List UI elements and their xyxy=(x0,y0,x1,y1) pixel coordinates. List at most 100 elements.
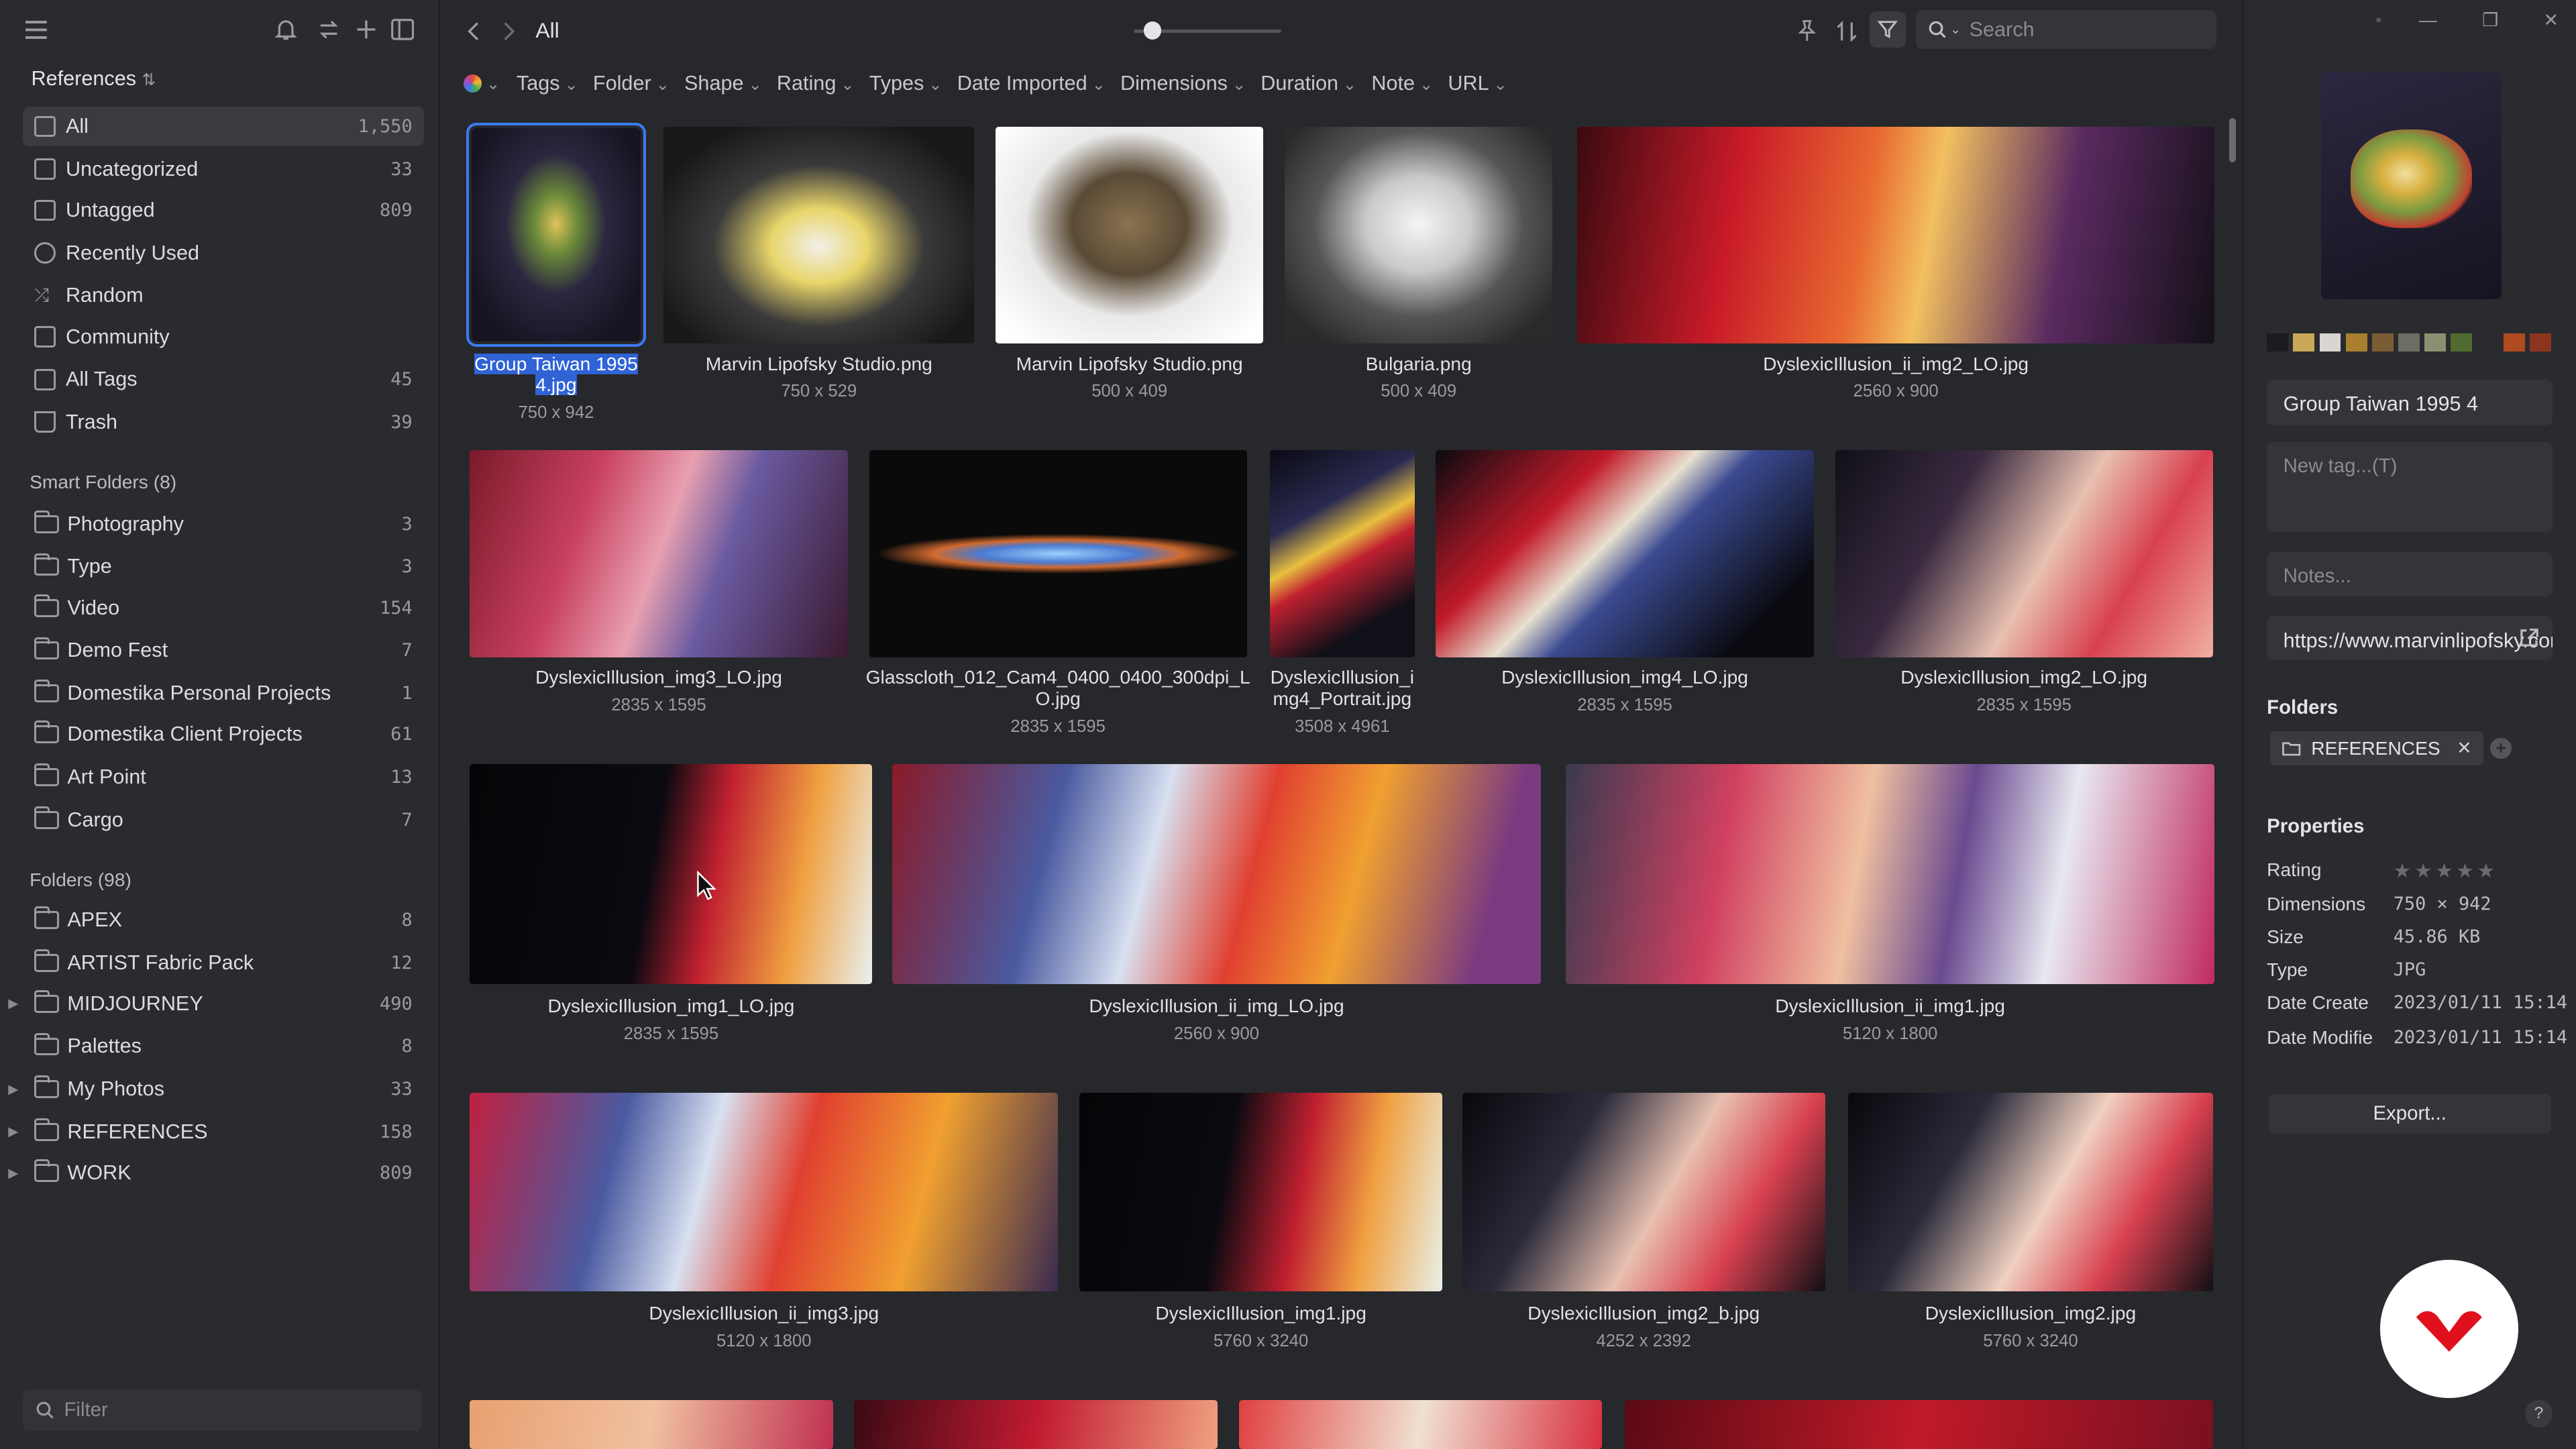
filter-shape[interactable]: Shape xyxy=(684,72,762,95)
palette-swatch[interactable] xyxy=(2293,333,2315,352)
hamburger-menu-icon[interactable] xyxy=(23,16,49,42)
maximize-icon[interactable]: ❐ xyxy=(2479,10,2502,33)
folder-references[interactable]: ▶ REFERENCES 158 xyxy=(8,1112,424,1152)
tag-input[interactable]: New tag...(T) xyxy=(2267,441,2553,533)
palette-swatch[interactable] xyxy=(2424,333,2447,352)
thumbnail-dyslexic-img1-lo[interactable] xyxy=(470,763,873,984)
palette-swatch[interactable] xyxy=(2451,333,2473,352)
item-name[interactable]: DyslexicIllusion_img2.jpg xyxy=(1848,1303,2213,1324)
thumbnail-marvin-lipofsky-1[interactable] xyxy=(663,126,975,343)
smart-folder-type[interactable]: Type 3 xyxy=(23,547,424,587)
notes-input[interactable]: Notes... xyxy=(2267,551,2553,596)
thumbnail-dyslexic-img1[interactable] xyxy=(1079,1092,1443,1291)
item-name[interactable]: DyslexicIllusion_ii_img3.jpg xyxy=(470,1303,1058,1324)
item-name[interactable]: DyslexicIllusion_img1.jpg xyxy=(1079,1303,1442,1324)
filter-url[interactable]: URL xyxy=(1448,72,1507,95)
sidebar-item-trash[interactable]: Trash 39 xyxy=(23,402,424,442)
expand-arrow-icon[interactable]: ▶ xyxy=(8,1165,18,1181)
item-name[interactable]: DyslexicIllusion_img3_LO.jpg xyxy=(470,667,847,688)
sync-arrows-icon[interactable] xyxy=(315,16,341,42)
sidebar-item-random[interactable]: ⤮ Random xyxy=(23,276,424,315)
thumbnail-partial[interactable] xyxy=(1238,1399,1602,1449)
smart-folders-header[interactable]: Smart Folders (8) xyxy=(30,472,176,493)
folder-palettes[interactable]: Palettes 8 xyxy=(23,1027,424,1067)
item-name[interactable]: DyslexicIllusion_ii_img_LO.jpg xyxy=(892,996,1541,1017)
filter-dimensions[interactable]: Dimensions xyxy=(1120,72,1246,95)
sidebar-toggle-icon[interactable] xyxy=(389,16,415,42)
bell-icon[interactable] xyxy=(273,16,299,42)
folder-work[interactable]: ▶ WORK 809 xyxy=(8,1153,424,1193)
rating-stars[interactable]: ★ ★ ★ ★ ★ xyxy=(2394,859,2495,883)
thumbnail-bulgaria[interactable] xyxy=(1285,126,1553,343)
external-link-icon[interactable] xyxy=(2518,626,2540,655)
color-filter-icon[interactable] xyxy=(463,74,482,93)
folder-tag-references[interactable]: REFERENCES ✕ xyxy=(2270,731,2483,766)
search-input[interactable]: ⌄ Search xyxy=(1915,9,2216,50)
palette-swatch[interactable] xyxy=(2345,333,2367,352)
add-folder-icon[interactable]: + xyxy=(2490,737,2512,759)
folder-artist-fabric-pack[interactable]: ARTIST Fabric Pack 12 xyxy=(23,943,424,983)
pin-icon[interactable] xyxy=(1794,18,1820,44)
smart-folder-cargo[interactable]: Cargo 7 xyxy=(23,800,424,840)
item-name-line1[interactable]: Group Taiwan 1995 xyxy=(474,353,638,374)
add-icon[interactable] xyxy=(354,16,380,42)
palette-swatch[interactable] xyxy=(2267,333,2288,352)
item-name[interactable]: Marvin Lipofsky Studio.png xyxy=(654,354,984,375)
thumbnail-dyslexic-img3-lo[interactable] xyxy=(470,450,848,657)
item-name-line2[interactable]: mg4_Portrait.jpg xyxy=(1262,688,1423,710)
palette-swatch[interactable] xyxy=(2529,333,2551,352)
title-field[interactable]: Group Taiwan 1995 4 xyxy=(2267,379,2553,426)
item-name[interactable]: DyslexicIllusion_ii_img1.jpg xyxy=(1566,996,2214,1017)
expand-arrow-icon[interactable]: ▶ xyxy=(8,1124,18,1140)
folder-my-photos[interactable]: ▶ My Photos 33 xyxy=(8,1069,424,1109)
thumbnail-dyslexic-img4-lo[interactable] xyxy=(1436,450,1814,657)
filter-funnel-icon[interactable] xyxy=(1869,11,1906,48)
star-icon[interactable]: ★ xyxy=(2477,859,2495,883)
smart-folder-art-point[interactable]: Art Point 13 xyxy=(23,757,424,797)
palette-swatch[interactable] xyxy=(2398,333,2420,352)
close-icon[interactable]: ✕ xyxy=(2540,10,2563,33)
remove-folder-icon[interactable]: ✕ xyxy=(2457,738,2472,759)
smart-folder-video[interactable]: Video 154 xyxy=(23,588,424,628)
sidebar-filter-input[interactable]: Filter xyxy=(23,1389,423,1432)
thumbnail-dyslexic-ii-img-lo[interactable] xyxy=(892,763,1542,984)
grid-scrollbar[interactable] xyxy=(2229,118,2237,163)
sidebar-item-untagged[interactable]: Untagged 809 xyxy=(23,191,424,230)
thumbnail-dyslexic-ii-img2-lo[interactable] xyxy=(1577,126,2215,343)
thumbnail-dyslexic-img2-b[interactable] xyxy=(1462,1092,1825,1291)
filter-note[interactable]: Note xyxy=(1371,72,1433,95)
smart-folder-photography[interactable]: Photography 3 xyxy=(23,504,424,544)
library-switcher[interactable]: References ⇅ xyxy=(32,67,156,91)
thumbnail-dyslexic-img4-portrait[interactable] xyxy=(1270,450,1415,657)
item-name[interactable]: DyslexicIllusion_img2_LO.jpg xyxy=(1835,667,2213,688)
item-name-line2[interactable]: O.jpg xyxy=(861,688,1255,710)
sidebar-item-recently-used[interactable]: Recently Used xyxy=(23,233,424,273)
folders-header[interactable]: Folders (98) xyxy=(30,869,131,891)
expand-arrow-icon[interactable]: ▶ xyxy=(8,996,18,1012)
back-arrow-icon[interactable] xyxy=(460,18,486,44)
palette-swatch[interactable] xyxy=(2477,333,2499,352)
folder-midjourney[interactable]: ▶ MIDJOURNEY 490 xyxy=(8,984,424,1024)
thumbnail-dyslexic-ii-img3[interactable] xyxy=(470,1092,1059,1291)
item-name[interactable]: DyslexicIllusion_ii_img2_LO.jpg xyxy=(1577,354,2214,375)
filter-types[interactable]: Types xyxy=(869,72,943,95)
palette-swatch[interactable] xyxy=(2371,333,2394,352)
smart-folder-domestika-client[interactable]: Domestika Client Projects 61 xyxy=(23,714,424,754)
thumbnail-dyslexic-ii-img1[interactable] xyxy=(1565,763,2215,984)
smart-folder-demo-fest[interactable]: Demo Fest 7 xyxy=(23,631,424,670)
star-icon[interactable]: ★ xyxy=(2414,859,2432,883)
folder-apex[interactable]: APEX 8 xyxy=(23,900,424,940)
selected-image-preview[interactable] xyxy=(2320,72,2502,299)
item-name[interactable]: Bulgaria.png xyxy=(1275,354,1562,375)
search-scope-chevron-icon[interactable]: ⌄ xyxy=(1950,21,1961,38)
minimize-icon[interactable]: — xyxy=(2416,10,2439,33)
item-name[interactable]: DyslexicIllusion_img1_LO.jpg xyxy=(470,996,872,1017)
thumbnail-partial[interactable] xyxy=(470,1399,833,1449)
pin-window-icon[interactable]: • xyxy=(2367,10,2390,33)
thumbnail-partial[interactable] xyxy=(854,1399,1218,1449)
thumbnail-dyslexic-img2[interactable] xyxy=(1848,1092,2213,1291)
filter-tags[interactable]: Tags xyxy=(517,72,578,95)
sidebar-item-all-tags[interactable]: All Tags 45 xyxy=(23,360,424,399)
smart-folder-domestika-personal[interactable]: Domestika Personal Projects 1 xyxy=(23,674,424,713)
thumbnail-glasscloth[interactable] xyxy=(869,450,1247,657)
